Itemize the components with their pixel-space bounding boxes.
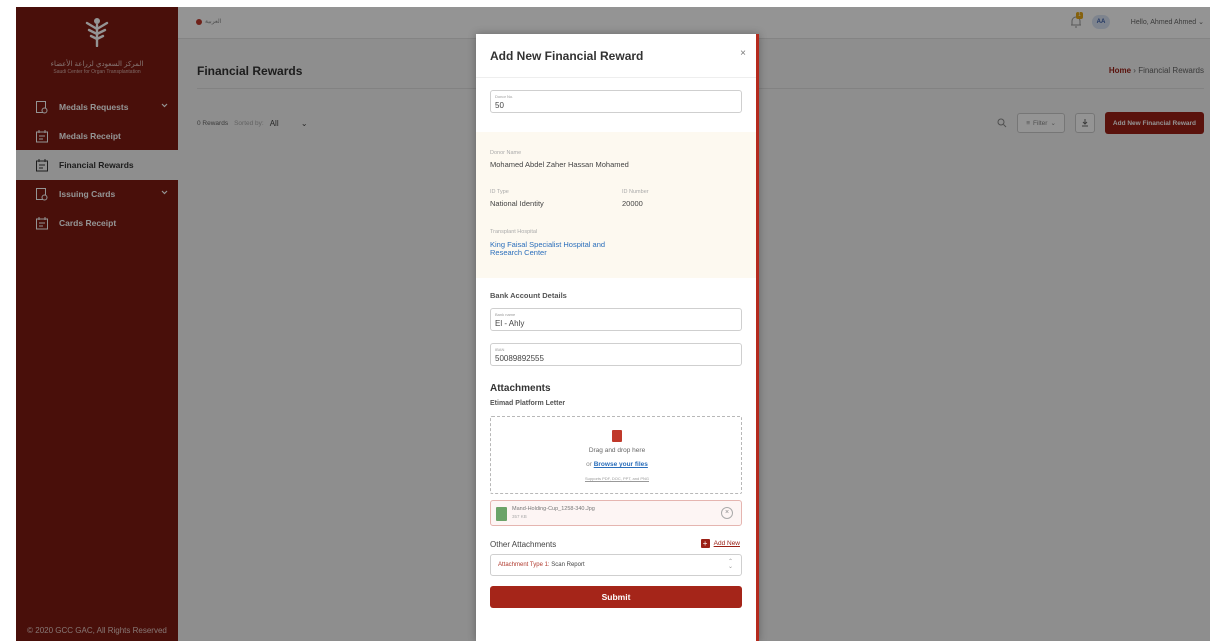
file-name: Mand-Holding-Cup_1258-340.Jpg [512, 506, 595, 512]
id-number-value: 20000 [622, 199, 643, 208]
select-arrows-icon: ⌃ ⌄ [727, 559, 733, 570]
attachments-title: Attachments [490, 383, 551, 394]
field-label: Donor No. [495, 94, 514, 99]
bank-section-title: Bank Account Details [490, 291, 567, 300]
modal-title: Add New Financial Reward [490, 49, 644, 63]
file-size: 357 KB [512, 514, 527, 519]
bank-name-field[interactable]: Bank name El - Ahly [490, 308, 742, 331]
drop-text: Drag and drop here [588, 447, 646, 454]
other-attachments-title: Other Attachments [490, 540, 557, 549]
iban-field[interactable]: IBAN 50089892555 [490, 343, 742, 366]
attachment-type-select[interactable]: Attachment Type 1: Scan Report ⌃ ⌄ [490, 554, 742, 576]
donor-no-field[interactable]: Donor No. 50 [490, 90, 742, 113]
id-type-label: ID Type [490, 189, 509, 195]
supported-formats: Supports PDF, DOC, PPT, and PNG [584, 476, 650, 481]
app-frame: المركز السعودي لزراعة الأعضاء Saudi Cent… [16, 7, 1210, 641]
submit-button[interactable]: Submit [490, 586, 742, 608]
etimad-letter-label: Etimad Platform Letter [490, 400, 566, 407]
file-upload-icon [612, 430, 622, 442]
attachment-type-value: Scan Report [551, 562, 585, 568]
donor-name-value: Mohamed Abdel Zaher Hassan Mohamed [490, 160, 629, 169]
hospital-value-line2[interactable]: Research Center [490, 248, 547, 257]
uploaded-file: Mand-Holding-Cup_1258-340.Jpg 357 KB × [490, 500, 742, 526]
field-value: 50 [495, 101, 504, 110]
remove-file-icon[interactable]: × [721, 507, 733, 519]
attachment-type-label: Attachment Type 1: [498, 562, 550, 568]
add-new-label: Add New [713, 540, 740, 547]
or-text: or [586, 461, 592, 468]
plus-icon: + [700, 539, 710, 548]
id-number-label: ID Number [622, 189, 649, 195]
image-file-icon [496, 507, 507, 521]
close-icon[interactable]: × [740, 48, 746, 59]
id-type-value: National Identity [490, 199, 544, 208]
browse-line: or Browse your files [491, 461, 743, 468]
donor-name-label: Donor Name [490, 150, 522, 156]
browse-files-link[interactable]: Browse your files [594, 461, 648, 468]
donor-details: Donor Name Mohamed Abdel Zaher Hassan Mo… [476, 132, 756, 278]
modal-header: Add New Financial Reward × [476, 34, 756, 78]
attachment-type: Attachment Type 1: Scan Report [498, 562, 585, 568]
field-value: El - Ahly [495, 319, 525, 328]
hospital-label: Transplant Hospital [490, 229, 538, 235]
field-value: 50089892555 [495, 354, 544, 363]
file-dropzone[interactable]: Drag and drop here or Browse your files … [490, 416, 742, 494]
add-new-attachment-button[interactable]: + Add New [700, 539, 740, 548]
field-label: IBAN [495, 347, 505, 352]
add-reward-modal: Add New Financial Reward × Donor No. 50 … [476, 34, 759, 641]
field-label: Bank name [495, 312, 516, 317]
